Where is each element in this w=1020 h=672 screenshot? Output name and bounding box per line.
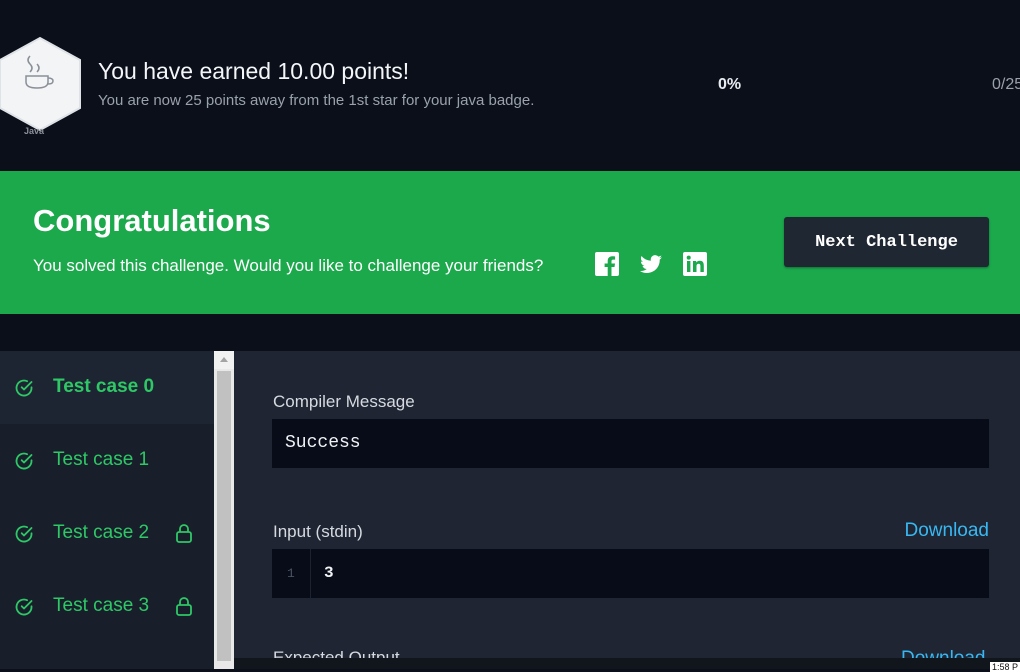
compiler-message-box: Success bbox=[272, 419, 989, 468]
points-earned-subtitle: You are now 25 points away from the 1st … bbox=[98, 92, 535, 109]
line-number-gutter: 1 bbox=[272, 549, 311, 598]
test-case-label: Test case 1 bbox=[53, 449, 150, 470]
check-circle-icon bbox=[15, 379, 33, 397]
test-case-sidebar: Test case 0 Test case 1 Test case 2 Test… bbox=[0, 351, 214, 669]
input-label: Input (stdin) bbox=[273, 522, 363, 541]
lock-icon bbox=[176, 524, 192, 543]
test-case-label: Test case 2 bbox=[53, 522, 150, 543]
sidebar-scrollbar[interactable] bbox=[214, 351, 234, 669]
test-case-label: Test case 3 bbox=[53, 595, 150, 616]
test-case-item[interactable]: Test case 3 bbox=[0, 570, 214, 643]
test-result-panel: Compiler Message Success Input (stdin) D… bbox=[234, 351, 1020, 669]
line-number: 1 bbox=[287, 566, 295, 581]
input-value: 3 bbox=[324, 564, 334, 582]
banner-title: Congratulations bbox=[33, 203, 271, 238]
test-case-item[interactable]: Test case 2 bbox=[0, 497, 214, 570]
check-circle-icon bbox=[15, 598, 33, 616]
facebook-icon[interactable] bbox=[595, 252, 619, 276]
twitter-icon[interactable] bbox=[639, 252, 663, 276]
progress-percent: 0% bbox=[718, 76, 742, 93]
test-case-item[interactable]: Test case 1 bbox=[0, 424, 214, 497]
next-challenge-button[interactable]: Next Challenge bbox=[784, 217, 989, 267]
check-circle-icon bbox=[15, 452, 33, 470]
badge-progress-bar: Java You have earned 10.00 points! You a… bbox=[0, 0, 1020, 171]
input-download-link[interactable]: Download bbox=[905, 520, 990, 542]
section-gap bbox=[0, 314, 1020, 351]
points-earned-title: You have earned 10.00 points! bbox=[98, 58, 410, 84]
badge-label: Java bbox=[24, 126, 45, 136]
check-circle-icon bbox=[15, 525, 33, 543]
scroll-up-arrow-icon[interactable] bbox=[214, 351, 234, 369]
linkedin-icon[interactable] bbox=[683, 252, 707, 276]
congratulations-banner: Congratulations You solved this challeng… bbox=[0, 171, 1020, 314]
input-box: 1 3 bbox=[272, 549, 989, 598]
lock-icon bbox=[176, 597, 192, 616]
progress-ratio: 0/25 bbox=[992, 76, 1020, 93]
taskbar-clock: 1:58 P bbox=[989, 662, 1020, 672]
compiler-message-text: Success bbox=[285, 433, 361, 453]
test-case-item[interactable]: Test case 0 bbox=[0, 351, 214, 424]
hexagon-icon bbox=[0, 36, 81, 132]
bottom-strip bbox=[234, 658, 1020, 669]
banner-message: You solved this challenge. Would you lik… bbox=[33, 256, 544, 275]
test-case-label: Test case 0 bbox=[53, 376, 155, 397]
compiler-message-label: Compiler Message bbox=[273, 392, 415, 411]
java-badge: Java bbox=[0, 36, 84, 136]
scrollbar-thumb[interactable] bbox=[217, 371, 231, 661]
